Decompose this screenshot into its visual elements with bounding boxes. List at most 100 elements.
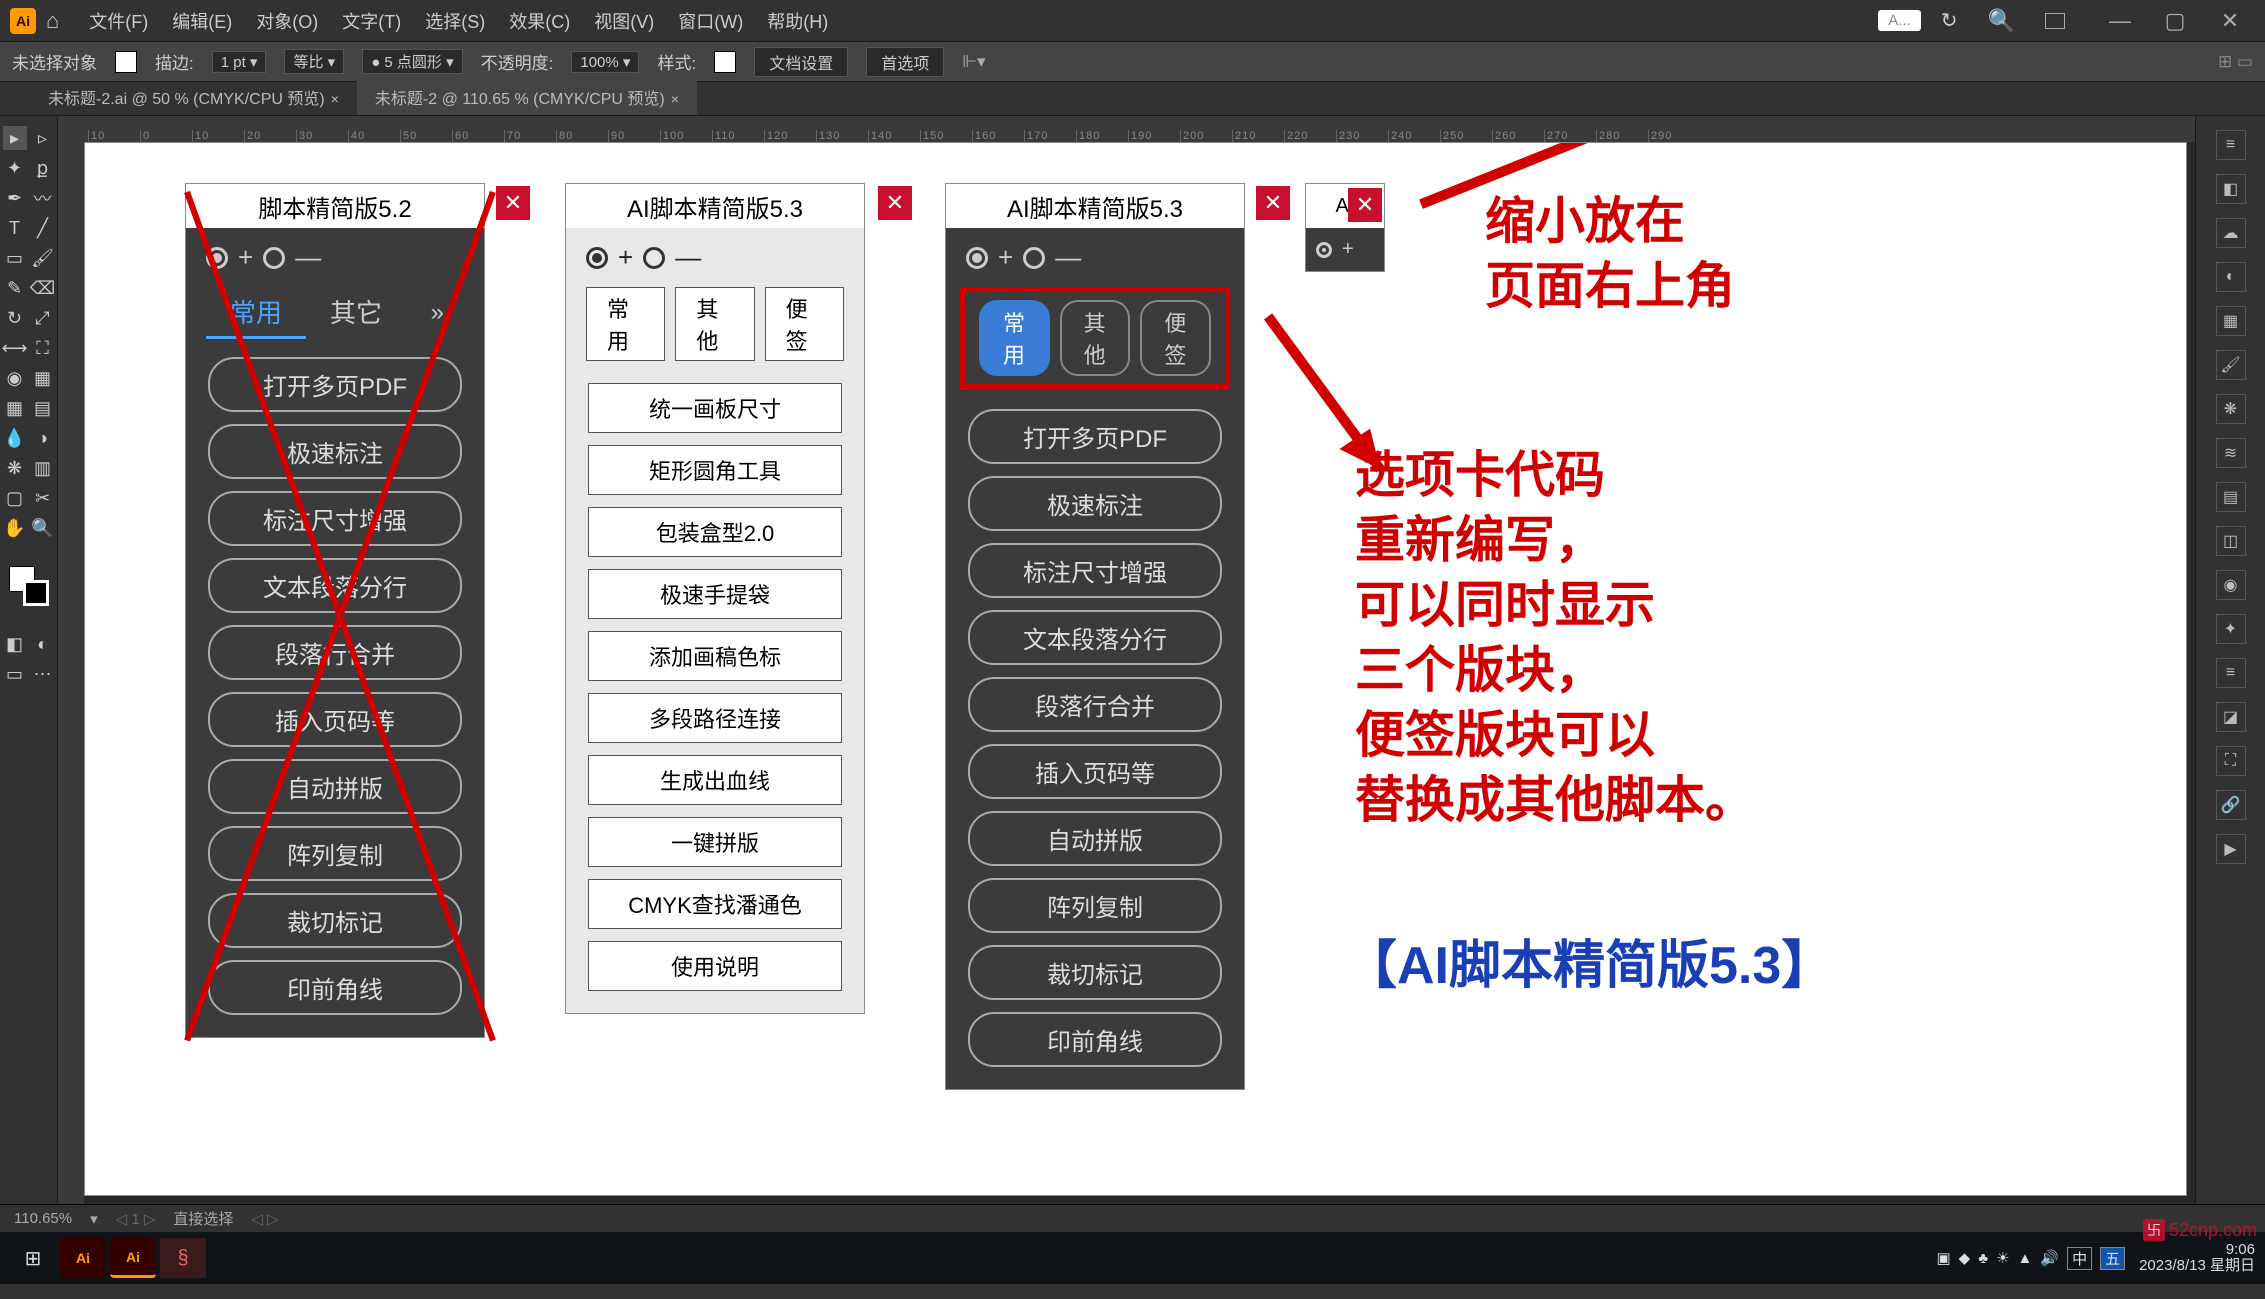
brush-select[interactable]: ● 5 点圆形 ▾ [362, 49, 462, 74]
close-icon[interactable]: × [671, 91, 679, 107]
menu-view[interactable]: 视图(V) [594, 8, 654, 34]
taskbar-app[interactable]: § [160, 1238, 206, 1278]
ime-icon[interactable]: 中 [2067, 1247, 2092, 1270]
shaper-tool[interactable]: ✎ [3, 276, 27, 300]
script-button[interactable]: 极速标注 [968, 476, 1222, 531]
hand-tool[interactable]: ✋ [3, 516, 27, 540]
tab-other[interactable]: 其他 [675, 287, 754, 361]
radio-icon[interactable] [643, 247, 665, 269]
panel-toggle-icon[interactable]: ⊞ ▭ [2218, 52, 2253, 72]
pathfinder-panel-icon[interactable]: ◪ [2216, 702, 2246, 732]
rotate-tool[interactable]: ↻ [3, 306, 27, 330]
script-button[interactable]: 印前角线 [208, 960, 462, 1015]
transparency-panel-icon[interactable]: ◫ [2216, 526, 2246, 556]
script-button[interactable]: 打开多页PDF [208, 357, 462, 412]
taskbar-clock[interactable]: 9:06 2023/8/13 星期日 [2139, 1242, 2255, 1275]
artboard[interactable]: 脚本精简版5.2 ✕ + — 常用其它» 打开多页PDF 极速标注 标注尺寸增强… [84, 142, 2187, 1196]
script-button[interactable]: 打开多页PDF [968, 409, 1222, 464]
graphic-styles-panel-icon[interactable]: ✦ [2216, 614, 2246, 644]
menu-file[interactable]: 文件(F) [89, 8, 148, 34]
draw-mode-icon[interactable]: ◐ [31, 632, 55, 656]
minimize-button[interactable]: — [2095, 8, 2145, 34]
gradient-tool[interactable]: ▤ [31, 396, 55, 420]
tab-common[interactable]: 常用 [586, 287, 665, 361]
cloud-sync-icon[interactable]: ↻ [1941, 8, 1958, 33]
graph-tool[interactable]: ▥ [31, 456, 55, 480]
properties-panel-icon[interactable]: ≡ [2216, 130, 2246, 160]
script-button[interactable]: 插入页码等 [208, 692, 462, 747]
fill-swatch[interactable] [115, 51, 137, 73]
zoom-level[interactable]: 110.65% [14, 1210, 72, 1227]
script-button[interactable]: 裁切标记 [968, 945, 1222, 1000]
menu-select[interactable]: 选择(S) [425, 8, 485, 34]
script-button[interactable]: 印前角线 [968, 1012, 1222, 1067]
transform-panel-icon[interactable]: ⛶ [2216, 746, 2246, 776]
script-button[interactable]: CMYK查找潘通色 [588, 879, 842, 929]
script-button[interactable]: 自动拼版 [968, 811, 1222, 866]
edit-toolbar-icon[interactable]: ⋯ [31, 662, 55, 686]
paintbrush-tool[interactable]: 🖌 [31, 246, 55, 270]
radio-icon[interactable] [1316, 242, 1332, 258]
script-button[interactable]: 统一画板尺寸 [588, 383, 842, 433]
script-button[interactable]: 标注尺寸增强 [208, 491, 462, 546]
stroke-weight-select[interactable]: 1 pt ▾ [212, 51, 267, 73]
radio-icon[interactable] [966, 247, 988, 269]
swatches-panel-icon[interactable]: ▦ [2216, 306, 2246, 336]
script-button[interactable]: 段落行合并 [968, 677, 1222, 732]
maximize-button[interactable]: ▢ [2150, 8, 2200, 34]
menu-object[interactable]: 对象(O) [256, 8, 318, 34]
preferences-button[interactable]: 首选项 [866, 47, 944, 77]
system-tray[interactable]: ▣ ◆ ♣ ☀ ▲ 🔊 中 五 [1936, 1247, 2125, 1270]
script-button[interactable]: 阵列复制 [208, 826, 462, 881]
screen-mode-icon[interactable]: ▭ [3, 662, 27, 686]
slice-tool[interactable]: ✂ [31, 486, 55, 510]
document-setup-button[interactable]: 文档设置 [754, 47, 848, 77]
close-icon[interactable]: ✕ [878, 186, 912, 220]
style-swatch[interactable] [714, 51, 736, 73]
chevron-right-icon[interactable]: » [431, 299, 464, 327]
script-button[interactable]: 多段路径连接 [588, 693, 842, 743]
script-button[interactable]: 文本段落分行 [968, 610, 1222, 665]
script-button[interactable]: 包装盒型2.0 [588, 507, 842, 557]
width-tool[interactable]: ⟷ [3, 336, 27, 360]
curvature-tool[interactable]: 〰 [31, 186, 55, 210]
tray-icon[interactable]: ▲ [2018, 1250, 2033, 1267]
stroke-panel-icon[interactable]: ≋ [2216, 438, 2246, 468]
free-transform-tool[interactable]: ⛶ [31, 336, 55, 360]
appearance-panel-icon[interactable]: ◉ [2216, 570, 2246, 600]
direct-selection-tool[interactable]: ▹ [31, 126, 55, 150]
color-panel-icon[interactable]: ◐ [2216, 262, 2246, 292]
align-panel-icon[interactable]: ≡ [2216, 658, 2246, 688]
close-icon[interactable]: ✕ [1256, 186, 1290, 220]
script-button[interactable]: 阵列复制 [968, 878, 1222, 933]
script-button[interactable]: 自动拼版 [208, 759, 462, 814]
libraries-panel-icon[interactable]: ☁ [2216, 218, 2246, 248]
magic-wand-tool[interactable]: ✦ [3, 156, 27, 180]
line-tool[interactable]: ╱ [31, 216, 55, 240]
taskbar-ai-1[interactable]: Ai [60, 1238, 106, 1278]
rectangle-tool[interactable]: ▭ [3, 246, 27, 270]
radio-icon[interactable] [586, 247, 608, 269]
radio-icon[interactable] [1023, 247, 1045, 269]
script-button[interactable]: 添加画稿色标 [588, 631, 842, 681]
tab-notes[interactable]: 便签 [765, 287, 844, 361]
start-button[interactable]: ⊞ [10, 1238, 56, 1278]
menu-edit[interactable]: 编辑(E) [172, 8, 232, 34]
scale-tool[interactable]: ⤢ [31, 306, 55, 330]
radio-icon[interactable] [263, 247, 285, 269]
links-panel-icon[interactable]: 🔗 [2216, 790, 2246, 820]
artboard-tool[interactable]: ▢ [3, 486, 27, 510]
tab-other[interactable]: 其它 [306, 287, 406, 339]
opacity-select[interactable]: 100% ▾ [571, 51, 639, 73]
brushes-panel-icon[interactable]: 🖌 [2216, 350, 2246, 380]
close-icon[interactable]: × [331, 91, 339, 107]
script-button[interactable]: 极速手提袋 [588, 569, 842, 619]
taskbar-ai-2[interactable]: Ai [110, 1238, 156, 1278]
mesh-tool[interactable]: ▦ [3, 396, 27, 420]
tab-common[interactable]: 常用 [979, 300, 1050, 376]
pen-tool[interactable]: ✒ [3, 186, 27, 210]
tab-other[interactable]: 其他 [1060, 300, 1131, 376]
tray-icon[interactable]: ▣ [1936, 1249, 1950, 1267]
tab-notes[interactable]: 便签 [1140, 300, 1211, 376]
menu-effect[interactable]: 效果(C) [509, 8, 570, 34]
